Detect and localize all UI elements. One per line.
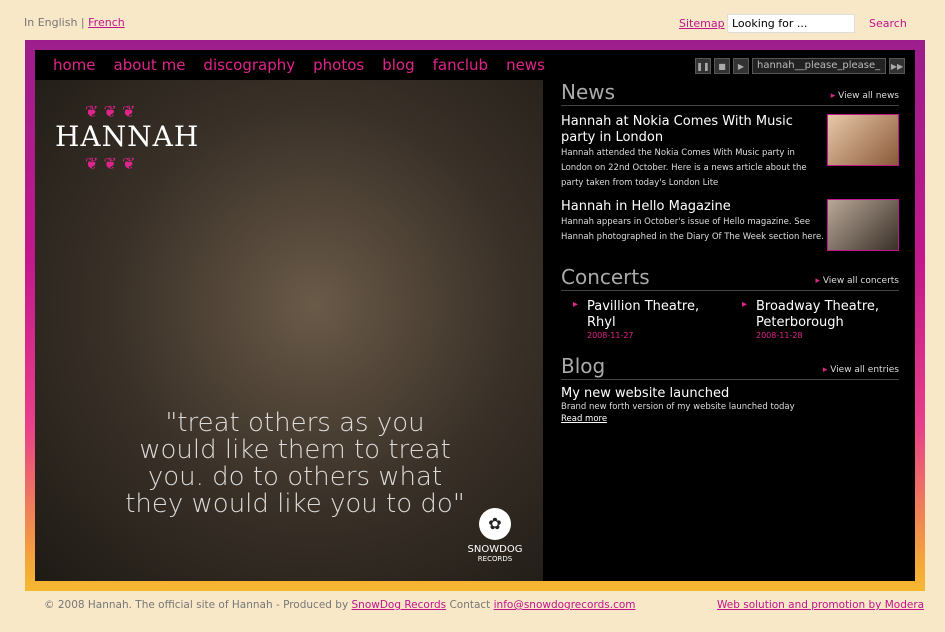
main-nav: home about me discography photos blog fa… [53, 56, 545, 80]
content-panel: home about me discography photos blog fa… [35, 50, 915, 581]
news-thumbnail[interactable] [827, 114, 899, 166]
email-link[interactable]: info@snowdogrecords.com [494, 599, 636, 611]
modera-link[interactable]: Web solution and promotion by Modera [717, 599, 924, 611]
news-item: Hannah at Nokia Comes With Music party i… [561, 114, 899, 191]
blog-entry-title[interactable]: My new website launched [561, 386, 899, 401]
nav-about-me[interactable]: about me [114, 56, 186, 80]
stop-icon[interactable]: ■ [714, 58, 730, 74]
lang-english: In English [24, 16, 78, 29]
footer-copyright: © 2008 Hannah. The official site of Hann… [44, 599, 352, 611]
hero-photo: ❦ ❦ ❦ HANNAH ❦ ❦ ❦ "treat others as you … [35, 80, 543, 581]
news-item-desc: Hannah attended the Nokia Comes With Mus… [561, 148, 807, 188]
concert-date: 2008-11-28 [756, 331, 803, 340]
play-icon[interactable]: ▶ [733, 58, 749, 74]
snowdog-link[interactable]: SnowDog Records [352, 599, 447, 611]
label-sub: RECORDS [477, 555, 513, 563]
news-item-desc: Hannah appears in October's issue of Hel… [561, 217, 824, 242]
hero-quote: "treat others as you would like them to … [125, 408, 465, 519]
concert-date: 2008-11-27 [587, 331, 634, 340]
view-all-entries-link[interactable]: View all entries [823, 365, 899, 375]
view-all-concerts-link[interactable]: View all concerts [815, 276, 899, 286]
language-switcher: In English | French [24, 16, 125, 29]
news-item: Hannah in Hello Magazine Hannah appears … [561, 199, 899, 251]
nav-news[interactable]: news [506, 56, 545, 80]
concert-list: Pavillion Theatre, Rhyl 2008-11-27 Broad… [561, 299, 899, 340]
news-item-title[interactable]: Hannah in Hello Magazine [561, 199, 825, 215]
label-name: SNOWDOG [467, 544, 523, 555]
nav-fanclub[interactable]: fanclub [433, 56, 488, 80]
pause-icon[interactable]: ❚❚ [695, 58, 711, 74]
nav-photos[interactable]: photos [313, 56, 364, 80]
search-button[interactable]: Search [869, 17, 907, 30]
nav-blog[interactable]: blog [382, 56, 414, 80]
right-column: News View all news Hannah at Nokia Comes… [561, 80, 899, 424]
ornament-bottom-icon: ❦ ❦ ❦ [85, 154, 136, 173]
news-title: News [561, 80, 616, 104]
top-bar: In English | French Sitemap Search [0, 0, 945, 40]
track-title: hannah__please_please_ [752, 58, 886, 74]
concert-item[interactable]: Pavillion Theatre, Rhyl 2008-11-27 [561, 299, 730, 340]
sitemap-link[interactable]: Sitemap [679, 17, 725, 30]
next-icon[interactable]: ▶▶ [889, 58, 905, 74]
news-header: News View all news [561, 80, 899, 106]
footer-contact-label: Contact [446, 599, 494, 611]
blog-header: Blog View all entries [561, 354, 899, 380]
lang-french-link[interactable]: French [88, 16, 125, 29]
concerts-title: Concerts [561, 265, 650, 289]
nav-home[interactable]: home [53, 56, 96, 80]
news-item-title[interactable]: Hannah at Nokia Comes With Music party i… [561, 114, 825, 146]
concert-name: Pavillion Theatre, Rhyl [587, 299, 700, 330]
footer: © 2008 Hannah. The official site of Hann… [44, 599, 636, 611]
view-all-news-link[interactable]: View all news [831, 91, 899, 101]
news-thumbnail[interactable] [827, 199, 899, 251]
main-frame: home about me discography photos blog fa… [25, 40, 925, 591]
concert-item[interactable]: Broadway Theatre, Peterborough 2008-11-2… [730, 299, 899, 340]
read-more-link[interactable]: Read more [561, 414, 899, 424]
blog-title: Blog [561, 354, 606, 378]
concerts-header: Concerts View all concerts [561, 265, 899, 291]
music-player: ❚❚ ■ ▶ hannah__please_please_ ▶▶ [695, 58, 905, 74]
paw-icon: ✿ [479, 508, 511, 540]
site-logo: HANNAH [55, 120, 200, 153]
search-input[interactable] [727, 14, 855, 33]
ornament-top-icon: ❦ ❦ ❦ [85, 102, 136, 121]
nav-discography[interactable]: discography [203, 56, 295, 80]
snowdog-logo[interactable]: ✿ SNOWDOG RECORDS [455, 508, 535, 563]
lang-separator: | [77, 16, 89, 29]
concert-name: Broadway Theatre, Peterborough [756, 299, 880, 330]
blog-entry-desc: Brand new forth version of my website la… [561, 402, 795, 412]
